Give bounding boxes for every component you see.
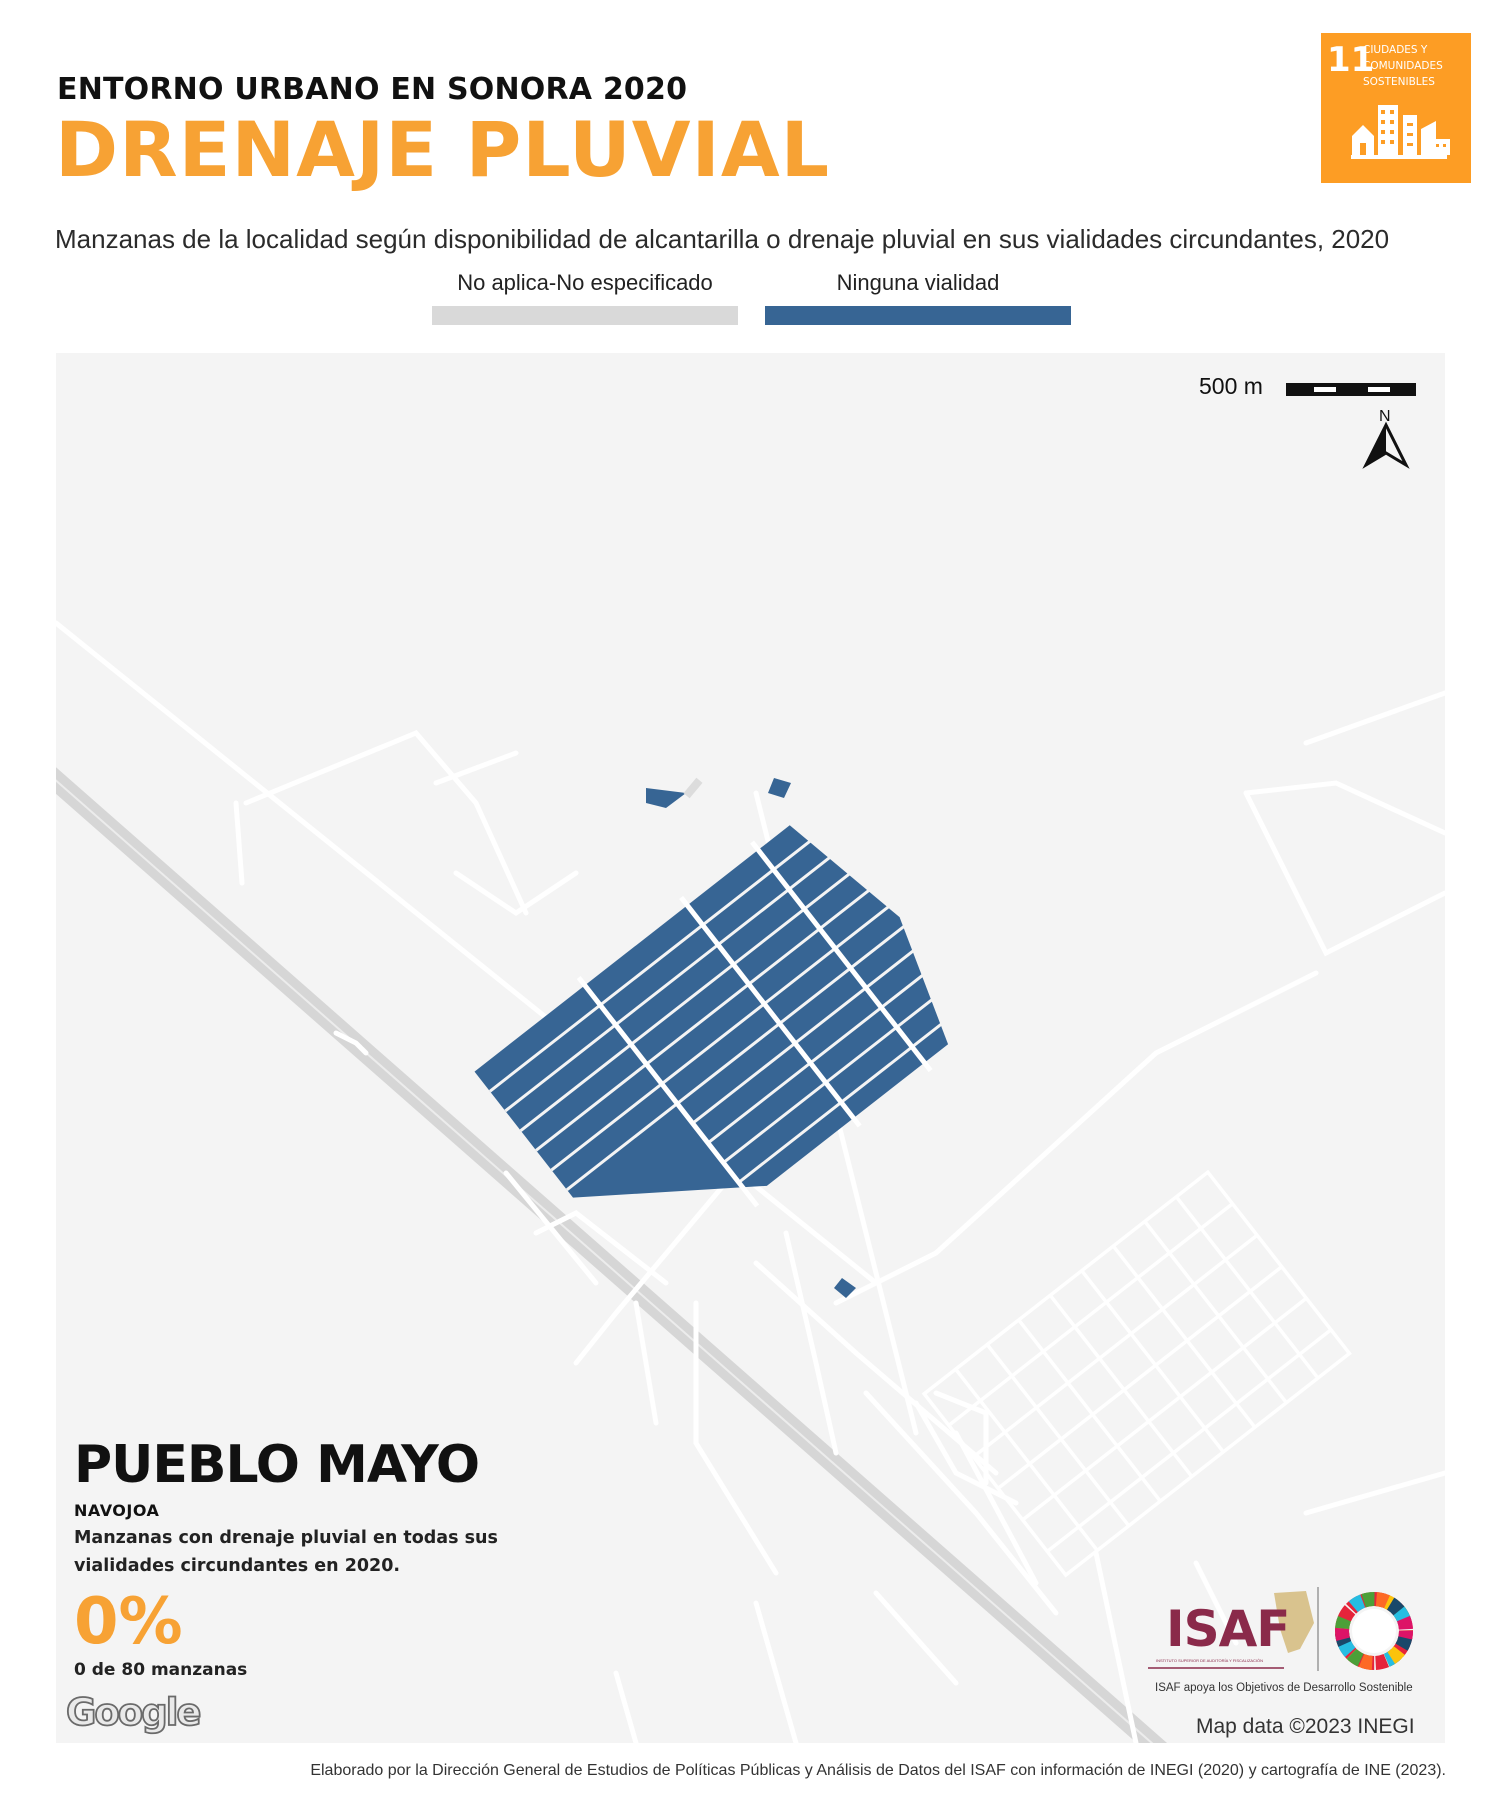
legend-swatch: [765, 306, 1071, 325]
report-kicker: ENTORNO URBANO EN SONORA 2020: [57, 72, 688, 107]
north-label: N: [1379, 408, 1391, 425]
map-attribution: Map data ©2023 INEGI: [1196, 1715, 1415, 1738]
isaf-tagline: ISAF apoya los Objetivos de Desarrollo S…: [1155, 1682, 1413, 1694]
town-block-north: [646, 788, 686, 808]
place-summary: PUEBLO MAYO NAVOJOA Manzanas con drenaje…: [74, 1439, 498, 1680]
unspecified-block: [683, 777, 703, 799]
sdg-label-line3: SOSTENIBLES: [1363, 76, 1435, 88]
summary-description-line1: Manzanas con drenaje pluvial en todas su…: [74, 1528, 498, 1548]
north-arrow-icon: N: [1362, 408, 1410, 469]
legend-item-no-aplica: No aplica-No especificado: [432, 270, 738, 325]
legend-label: Ninguna vialidad: [836, 270, 1000, 295]
summary-count: 0 de 80 manzanas: [74, 1660, 248, 1680]
street-grid: [921, 1169, 1352, 1578]
summary-description: Manzanas con drenaje pluvial en todas su…: [74, 1524, 498, 1580]
footer-credit: Elaborado por la Dirección General de Es…: [310, 1762, 1446, 1779]
page-subtitle: Manzanas de la localidad según disponibi…: [55, 224, 1390, 254]
sdg-11-badge: 11 CIUDADES Y COMUNIDADES SOSTENIBLES: [1321, 33, 1471, 183]
place-name: PUEBLO MAYO: [74, 1435, 480, 1495]
sdg-label-line1: CIUDADES Y: [1363, 44, 1428, 56]
page-title: DRENAJE PLUVIAL: [55, 105, 831, 194]
isaf-logo-subtext: INSTITUTO SUPERIOR DE AUDITORÍA Y FISCAL…: [1156, 1658, 1264, 1663]
google-logo: Google: [65, 1690, 202, 1735]
scale-bar: [1286, 383, 1416, 396]
municipality-name: NAVOJOA: [74, 1501, 160, 1520]
legend-label: No aplica-No especificado: [457, 270, 713, 295]
map-canvas[interactable]: N 500 m PUEBLO MAYO NAVOJOA Manzanas con…: [56, 353, 1445, 1743]
sdg-wheel-icon: [1335, 1592, 1413, 1670]
town-block-northeast: [768, 778, 791, 798]
legend-swatch: [432, 306, 738, 325]
sdg-label-line2: COMUNIDADES: [1363, 60, 1443, 72]
scale-label: 500 m: [1199, 373, 1263, 399]
summary-percentage: 0%: [74, 1585, 183, 1659]
legend-item-ninguna-vialidad: Ninguna vialidad: [765, 270, 1071, 325]
isaf-logo-text: ISAF: [1166, 1600, 1290, 1658]
summary-description-line2: vialidades circundantes en 2020.: [74, 1556, 401, 1576]
